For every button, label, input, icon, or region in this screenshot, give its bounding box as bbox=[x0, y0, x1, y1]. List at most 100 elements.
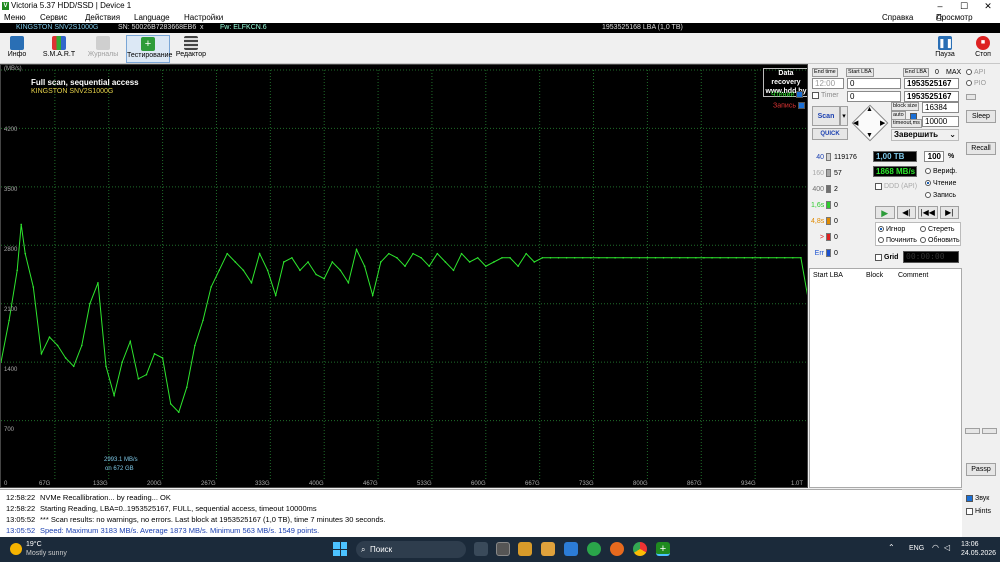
play-icon[interactable]: ▶ bbox=[875, 206, 895, 219]
nav-up-icon[interactable]: ▲ bbox=[866, 106, 873, 113]
sleep-button[interactable]: Sleep bbox=[966, 110, 996, 123]
mode-verify-radio[interactable] bbox=[925, 168, 931, 175]
recall-button[interactable]: Recall bbox=[966, 142, 996, 155]
tab-start-lba[interactable]: Start LBA bbox=[846, 68, 874, 77]
start-windows-icon[interactable] bbox=[333, 542, 347, 556]
rewind-icon[interactable]: ◀| bbox=[896, 206, 916, 219]
maximize-icon[interactable]: ☐ bbox=[952, 0, 976, 12]
legend-read[interactable]: Чтение bbox=[771, 91, 805, 98]
quick-button[interactable]: QUICK bbox=[812, 128, 848, 140]
minimize-icon[interactable]: – bbox=[928, 0, 952, 12]
col-start-lba[interactable]: Start LBA bbox=[813, 271, 843, 280]
task-view-icon[interactable] bbox=[474, 542, 488, 556]
scan-dropdown-icon[interactable]: ▾ bbox=[840, 106, 848, 126]
action-ignore-radio[interactable] bbox=[878, 226, 884, 233]
passp-button[interactable]: Passp bbox=[966, 463, 996, 476]
weather-sun-icon[interactable] bbox=[10, 543, 22, 555]
timer-checkbox[interactable] bbox=[812, 91, 819, 99]
api-radio[interactable] bbox=[966, 69, 972, 76]
end-lba-input[interactable]: 1953525167 bbox=[904, 78, 959, 89]
block-size-select[interactable]: 16384 bbox=[922, 102, 959, 113]
navigation-pad[interactable]: ▲ ▼ ◀ ▶ bbox=[851, 104, 889, 142]
sound-toggle[interactable]: Звук bbox=[966, 494, 989, 503]
tab-end-time[interactable]: End time bbox=[812, 68, 838, 77]
api-small-button[interactable] bbox=[966, 94, 976, 100]
menu-item-help[interactable]: Справка bbox=[882, 12, 913, 23]
finish-action-select[interactable]: Завершить ⌄ bbox=[891, 129, 959, 141]
weather-desc[interactable]: Mostly sunny bbox=[26, 550, 67, 557]
close-icon[interactable]: ✕ bbox=[976, 0, 1000, 12]
small-left-button[interactable] bbox=[965, 428, 980, 434]
ddd-api-toggle[interactable]: DDD (API) bbox=[875, 182, 917, 191]
ddd-api-checkbox[interactable] bbox=[875, 182, 882, 190]
timer-toggle[interactable]: Timer bbox=[812, 91, 839, 100]
drive-info-bar[interactable]: KINGSTON SNV2S1000G SN: 50026B7283668EB6… bbox=[0, 23, 1000, 33]
folder-icon[interactable] bbox=[541, 542, 555, 556]
menu-item-menu[interactable]: Меню bbox=[4, 12, 26, 23]
telegram-icon[interactable] bbox=[587, 542, 601, 556]
language-indicator[interactable]: ENG bbox=[909, 545, 924, 552]
drive-close-button[interactable]: x bbox=[200, 23, 204, 33]
mode-verify[interactable]: Вериф. bbox=[925, 167, 957, 176]
action-erase[interactable]: Стереть bbox=[920, 225, 954, 234]
pause-button[interactable]: ❚❚ Пауза bbox=[928, 35, 962, 63]
action-update-radio[interactable] bbox=[920, 237, 926, 244]
grid-checkbox[interactable] bbox=[875, 253, 882, 261]
file-explorer-icon[interactable] bbox=[518, 542, 532, 556]
end-time-input[interactable]: 12:00 bbox=[812, 78, 844, 89]
menu-item-settings[interactable]: Настройки bbox=[184, 12, 223, 23]
nav-right-icon[interactable]: ▶ bbox=[880, 119, 885, 127]
logs-button[interactable]: Журналы bbox=[86, 35, 120, 63]
legend-write-checkbox[interactable] bbox=[797, 102, 805, 109]
end-lba-2-input[interactable]: 1953525167 bbox=[904, 91, 959, 102]
action-erase-radio[interactable] bbox=[920, 226, 926, 233]
action-ignore[interactable]: Игнор bbox=[878, 225, 905, 234]
menu-item-service[interactable]: Сервис bbox=[40, 12, 67, 23]
pio-option[interactable]: PIO bbox=[966, 79, 986, 88]
col-comment[interactable]: Comment bbox=[898, 271, 928, 280]
nav-left-icon[interactable]: ◀ bbox=[853, 119, 858, 127]
smart-button[interactable]: S.M.A.R.T bbox=[42, 35, 76, 63]
legend-write[interactable]: Запись bbox=[773, 102, 807, 109]
hints-toggle[interactable]: Hints bbox=[966, 507, 991, 516]
timeout-select[interactable]: 10000 bbox=[922, 116, 959, 127]
sound-checkbox[interactable] bbox=[966, 494, 973, 502]
defects-table[interactable]: Start LBA Block Comment bbox=[809, 268, 962, 488]
weather-temp[interactable]: 19°C bbox=[26, 541, 42, 548]
nav-down-icon[interactable]: ▼ bbox=[866, 132, 873, 139]
editor-button[interactable]: Редактор bbox=[174, 35, 208, 63]
chrome-icon[interactable] bbox=[633, 542, 647, 556]
speed-graph[interactable]: (MB/s) Full scan, sequential access KING… bbox=[0, 64, 808, 488]
scan-button[interactable]: Scan bbox=[812, 106, 840, 126]
widgets-icon[interactable] bbox=[496, 542, 510, 556]
pio-radio[interactable] bbox=[966, 80, 972, 87]
grid-toggle[interactable]: Grid bbox=[875, 253, 898, 262]
api-option[interactable]: API bbox=[966, 68, 985, 77]
mode-read[interactable]: Чтение bbox=[925, 179, 956, 188]
stop-button[interactable]: ■ Стоп bbox=[966, 35, 1000, 63]
start-lba-input[interactable]: 0 bbox=[847, 78, 901, 89]
hints-checkbox[interactable] bbox=[966, 507, 973, 515]
zero-link[interactable]: 0 bbox=[935, 68, 939, 77]
tab-end-lba[interactable]: End LBA bbox=[903, 68, 929, 77]
menu-item-language[interactable]: Language bbox=[134, 12, 170, 23]
col-block[interactable]: Block bbox=[866, 271, 883, 280]
testing-button[interactable]: + Тестирование bbox=[126, 35, 172, 63]
max-link[interactable]: MAX bbox=[946, 68, 961, 77]
vscode-icon[interactable] bbox=[564, 542, 578, 556]
victoria-taskbar-icon[interactable]: + bbox=[656, 542, 670, 556]
mode-write-radio[interactable] bbox=[925, 192, 931, 199]
firefox-icon[interactable] bbox=[610, 542, 624, 556]
tray-chevron-icon[interactable]: ⌃ bbox=[888, 543, 895, 552]
skip-end-icon[interactable]: ▶| bbox=[939, 206, 959, 219]
clock-date[interactable]: 24.05.2026 bbox=[961, 550, 996, 557]
wifi-icon[interactable]: ◠ bbox=[932, 543, 939, 552]
volume-icon[interactable]: ◁ bbox=[944, 543, 950, 552]
small-right-button[interactable] bbox=[982, 428, 997, 434]
action-repair-radio[interactable] bbox=[878, 237, 884, 244]
legend-read-checkbox[interactable] bbox=[796, 91, 804, 98]
timer-input[interactable]: 0 bbox=[847, 91, 901, 102]
mode-write[interactable]: Запись bbox=[925, 191, 956, 200]
mode-read-radio[interactable] bbox=[925, 180, 931, 187]
skip-back-icon[interactable]: |◀◀ bbox=[918, 206, 938, 219]
